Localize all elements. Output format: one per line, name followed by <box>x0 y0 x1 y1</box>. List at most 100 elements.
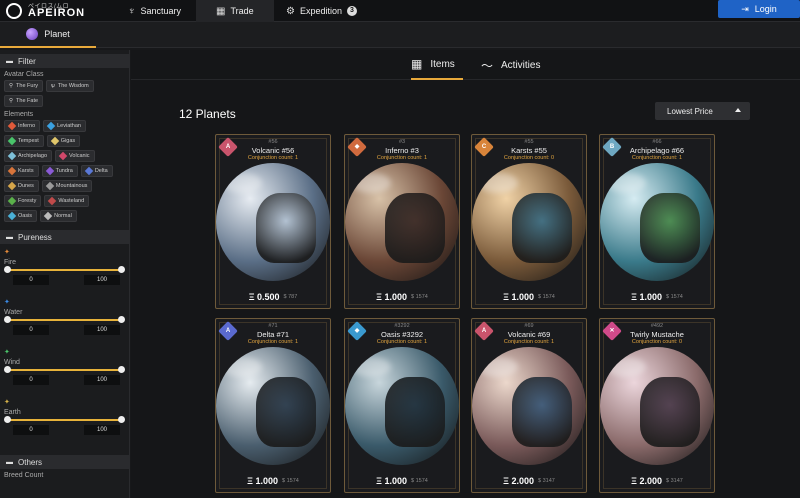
range-slider-track[interactable] <box>7 319 121 321</box>
range-slider-track[interactable] <box>7 369 121 371</box>
chip-element-gigas[interactable]: Gigas <box>46 135 81 147</box>
chip-label: Mountainous <box>55 183 88 189</box>
planet-card[interactable]: ✕ #492 Twirly Mustache Conjunction count: 0… <box>599 318 715 493</box>
chip-element-archipelago[interactable]: Archipelago <box>4 150 53 162</box>
pureness-title: Pureness <box>18 232 52 242</box>
range-max-handle[interactable] <box>118 266 125 273</box>
card-conjunction: Conjunction count: 0 <box>631 339 683 345</box>
element-water-icon: ✦ <box>4 299 10 306</box>
login-label: Login <box>754 4 777 14</box>
element-wind-icon: ✦ <box>4 349 10 356</box>
chip-element-oasis[interactable]: Oasis <box>4 210 38 222</box>
tab-activities[interactable]: 〜 Activities <box>481 50 540 80</box>
chip-element-tempest[interactable]: Tempest <box>4 135 44 147</box>
planet-card[interactable]: ◆ #3292 Oasis #3292 Conjunction count: 1Ξ 1… <box>344 318 460 493</box>
chip-element-mountainous[interactable]: Mountainous <box>41 180 93 192</box>
card-price: Ξ 1.000 <box>376 292 407 302</box>
view-tabs: ▦ Items 〜 Activities <box>131 50 800 80</box>
chip-element-normal[interactable]: Normal <box>40 210 77 222</box>
orb-highlight <box>478 357 518 377</box>
card-conjunction: Conjunction count: 1 <box>376 339 428 345</box>
card-id: #492 <box>650 323 664 329</box>
card-conjunction: Conjunction count: 1 <box>631 155 683 161</box>
element-icon <box>43 211 53 221</box>
card-name: Delta #71 <box>256 330 290 339</box>
planet-card[interactable]: ◆ #3 Inferno #3 Conjunction count: 1Ξ 1.000… <box>344 134 460 309</box>
element-icon <box>48 196 57 206</box>
range-min-input[interactable]: 0 <box>13 425 49 435</box>
card-price: Ξ 2.000 <box>503 476 534 486</box>
chip-element-karsts[interactable]: Karsts <box>4 165 39 177</box>
chip-label: Tundra <box>55 168 73 174</box>
element-icon <box>45 181 55 191</box>
chip-element-foresty[interactable]: Foresty <box>4 195 42 207</box>
chip-label: Gigas <box>60 138 76 144</box>
others-section-header[interactable]: ▬ Others <box>0 455 129 469</box>
range-max-input[interactable]: 100 <box>84 375 120 385</box>
filter-sidebar: ▬ Filter Avatar Class ⚲ The Fury ѱ The Wis… <box>0 50 130 498</box>
range-name: ✦ <box>4 347 125 357</box>
range-name: ✦ <box>4 397 125 407</box>
planet-card[interactable]: B #66 Archipelago #66 Conjunction count: 1Ξ… <box>599 134 715 309</box>
tab-activities-label: Activities <box>501 59 541 71</box>
chip-the-fate[interactable]: ⚲ The Fate <box>4 95 44 107</box>
card-conjunction: Conjunction count: 0 <box>503 155 555 161</box>
tab-planet[interactable]: Planet <box>0 22 96 48</box>
range-min-input[interactable]: 0 <box>13 275 49 285</box>
element-icon <box>45 166 54 176</box>
range-max-input[interactable]: 100 <box>84 275 120 285</box>
range-slider-track[interactable] <box>7 269 121 271</box>
chip-element-tundra[interactable]: Tundra <box>41 165 78 177</box>
collapse-icon: ▬ <box>6 57 13 65</box>
chip-label: Leviathan <box>57 123 81 129</box>
range-min-handle[interactable] <box>4 366 11 373</box>
chip-the-wisdom[interactable]: ѱ The Wisdom <box>46 80 94 92</box>
planet-card[interactable]: C #55 Karsts #55 Conjunction count: 0Ξ 1.00… <box>471 134 587 309</box>
element-fire-icon: ✦ <box>4 249 10 256</box>
chip-label: Dunes <box>18 183 34 189</box>
planet-card[interactable]: A #69 Volcanic #69 Conjunction count: 1Ξ 2.… <box>471 318 587 493</box>
top-bar: ペイロス/ムロ APEIRON ♆ Sanctuary ▦ Trade ⚙ Ex… <box>0 0 800 22</box>
range-earth: ✦ Earth 0 100 <box>0 397 129 447</box>
range-max-handle[interactable] <box>118 316 125 323</box>
nav-expedition[interactable]: ⚙ Expedition 3 <box>274 0 369 22</box>
range-max-input[interactable]: 100 <box>84 425 120 435</box>
nav-trade[interactable]: ▦ Trade <box>196 0 274 22</box>
fury-icon: ⚲ <box>9 83 14 89</box>
range-min-input[interactable]: 0 <box>13 325 49 335</box>
grid-icon: ▦ <box>411 57 423 71</box>
range-max-input[interactable]: 100 <box>84 325 120 335</box>
planet-card[interactable]: A #56 Volcanic #56 Conjunction count: 1Ξ 0.… <box>215 134 331 309</box>
chip-label: Archipelago <box>18 153 48 159</box>
range-max-handle[interactable] <box>118 416 125 423</box>
chip-element-delta[interactable]: Delta <box>80 165 113 177</box>
planet-orb-image <box>216 347 330 465</box>
login-button[interactable]: ⇥ Login <box>718 0 800 18</box>
pureness-section-header[interactable]: ▬ Pureness <box>0 230 129 244</box>
chip-label: Volcanic <box>69 153 90 159</box>
chip-element-dunes[interactable]: Dunes <box>4 180 39 192</box>
creature-silhouette <box>256 193 316 263</box>
chip-element-leviathan[interactable]: Leviathan <box>43 120 86 132</box>
tab-items[interactable]: ▦ Items <box>411 50 463 80</box>
nav-sanctuary[interactable]: ♆ Sanctuary <box>116 0 193 22</box>
range-min-handle[interactable] <box>4 416 11 423</box>
card-usd: $ 1574 <box>411 294 428 300</box>
range-min-handle[interactable] <box>4 266 11 273</box>
planet-card[interactable]: A #71 Delta #71 Conjunction count: 1Ξ 1.000… <box>215 318 331 493</box>
chip-the-fury[interactable]: ⚲ The Fury <box>4 80 44 92</box>
sort-dropdown[interactable]: Lowest Price <box>655 102 750 120</box>
chip-element-inferno[interactable]: Inferno <box>4 120 41 132</box>
filter-section-header[interactable]: ▬ Filter <box>0 54 129 68</box>
apeiron-logo[interactable]: ペイロス/ムロ APEIRON <box>6 1 96 21</box>
chip-element-wasteland[interactable]: Wasteland <box>44 195 90 207</box>
range-min-handle[interactable] <box>4 316 11 323</box>
range-label: Wind <box>4 358 20 366</box>
range-min-input[interactable]: 0 <box>13 375 49 385</box>
range-slider-track[interactable] <box>7 419 121 421</box>
chip-element-volcanic[interactable]: Volcanic <box>55 150 95 162</box>
pureness-ranges: ✦ Fire 0 100 ✦ Water 0 100 ✦ Wind 0 100 ✦ Earth 0 100 <box>0 247 129 447</box>
login-icon: ⇥ <box>741 3 749 14</box>
range-max-handle[interactable] <box>118 366 125 373</box>
avatar-class-chips: ⚲ The Fury ѱ The Wisdom ⚲ The Fate <box>0 80 129 109</box>
